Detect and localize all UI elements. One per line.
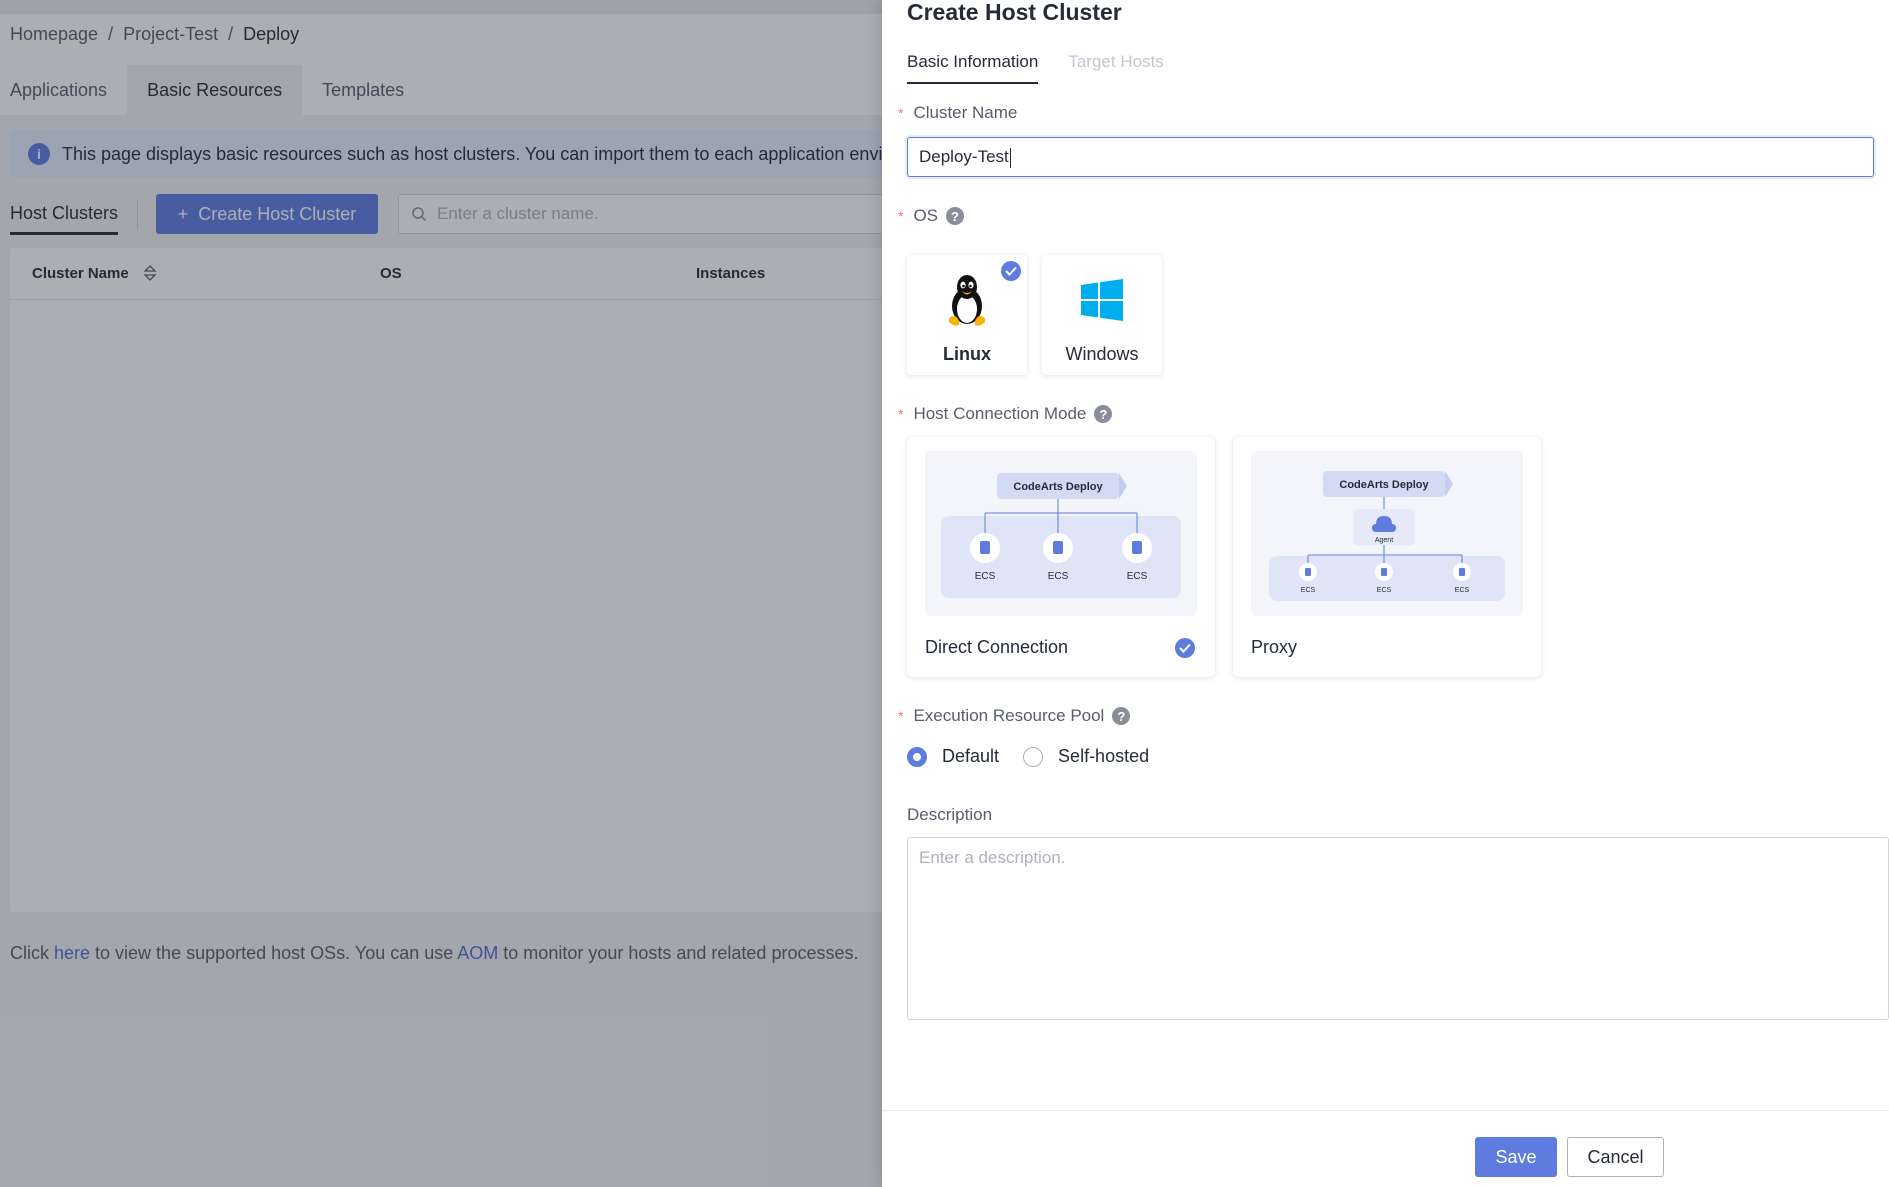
help-icon[interactable]: ? (1094, 405, 1113, 423)
mode-option-label: Direct Connection (925, 637, 1069, 657)
mode-option-direct-connection[interactable]: CodeArts Deploy ECS ECS ECS Direct Conne… (907, 437, 1215, 677)
radio-default-label[interactable]: Default (942, 746, 999, 767)
os-option-linux[interactable]: Linux (907, 255, 1027, 375)
os-option-windows[interactable]: Windows (1042, 255, 1162, 375)
help-icon[interactable]: ? (1112, 707, 1131, 725)
resource-pool-radio-group: Default Self-hosted (907, 746, 1149, 767)
ecs-node-label: ECS (1127, 571, 1148, 582)
required-mark: * (898, 406, 904, 422)
mode-option-proxy[interactable]: CodeArts Deploy Agent ECS ECS ECS Proxy (1233, 437, 1541, 677)
direct-connection-diagram: CodeArts Deploy ECS ECS ECS (925, 451, 1197, 616)
required-mark: * (898, 208, 904, 224)
os-option-label: Linux (943, 344, 991, 364)
host-connection-mode-label: * Host Connection Mode ? (898, 404, 1113, 424)
os-label: * OS ? (898, 206, 965, 226)
description-placeholder: Enter a description. (919, 848, 1066, 867)
cluster-name-label: * Cluster Name (898, 103, 1018, 122)
drawer-footer: Save Cancel (882, 1110, 1889, 1187)
description-label: Description (907, 805, 993, 824)
required-mark: * (898, 105, 904, 121)
diagram-title: CodeArts Deploy (1339, 479, 1429, 491)
linux-tux-icon (948, 275, 986, 326)
proxy-diagram: CodeArts Deploy Agent ECS ECS ECS (1251, 451, 1523, 616)
radio-default[interactable] (907, 746, 927, 767)
drawer-tabs: Basic Information Target Hosts (907, 52, 1164, 84)
radio-self-hosted[interactable] (1023, 746, 1044, 767)
ecs-node-label: ECS (1377, 587, 1392, 594)
ecs-node-label: ECS (1048, 571, 1069, 582)
ecs-node-label: ECS (1455, 587, 1470, 594)
diagram-title: CodeArts Deploy (1013, 481, 1103, 493)
os-option-label: Windows (1065, 344, 1139, 364)
ecs-node-label: ECS (1301, 587, 1316, 594)
checkmark-icon (1175, 638, 1195, 658)
mode-option-label: Proxy (1251, 637, 1298, 657)
tab-basic-information[interactable]: Basic Information (907, 52, 1039, 84)
checkmark-icon (1001, 261, 1021, 281)
windows-logo-icon (1081, 279, 1123, 321)
create-host-cluster-drawer: Create Host Cluster Basic Information Ta… (882, 0, 1889, 1187)
drawer-title: Create Host Cluster (907, 0, 1122, 25)
cancel-button[interactable]: Cancel (1567, 1137, 1664, 1177)
required-mark: * (898, 708, 904, 724)
help-icon[interactable]: ? (946, 207, 965, 225)
cluster-name-input[interactable]: Deploy-Test (907, 137, 1874, 177)
ecs-node-label: ECS (975, 571, 996, 582)
text-caret (1009, 147, 1011, 168)
agent-label: Agent (1375, 537, 1393, 544)
radio-self-hosted-label[interactable]: Self-hosted (1058, 746, 1149, 767)
save-button[interactable]: Save (1475, 1137, 1557, 1177)
execution-resource-pool-label: * Execution Resource Pool ? (898, 706, 1131, 726)
description-textarea[interactable]: Enter a description. (907, 837, 1889, 1020)
tab-target-hosts: Target Hosts (1068, 52, 1164, 71)
